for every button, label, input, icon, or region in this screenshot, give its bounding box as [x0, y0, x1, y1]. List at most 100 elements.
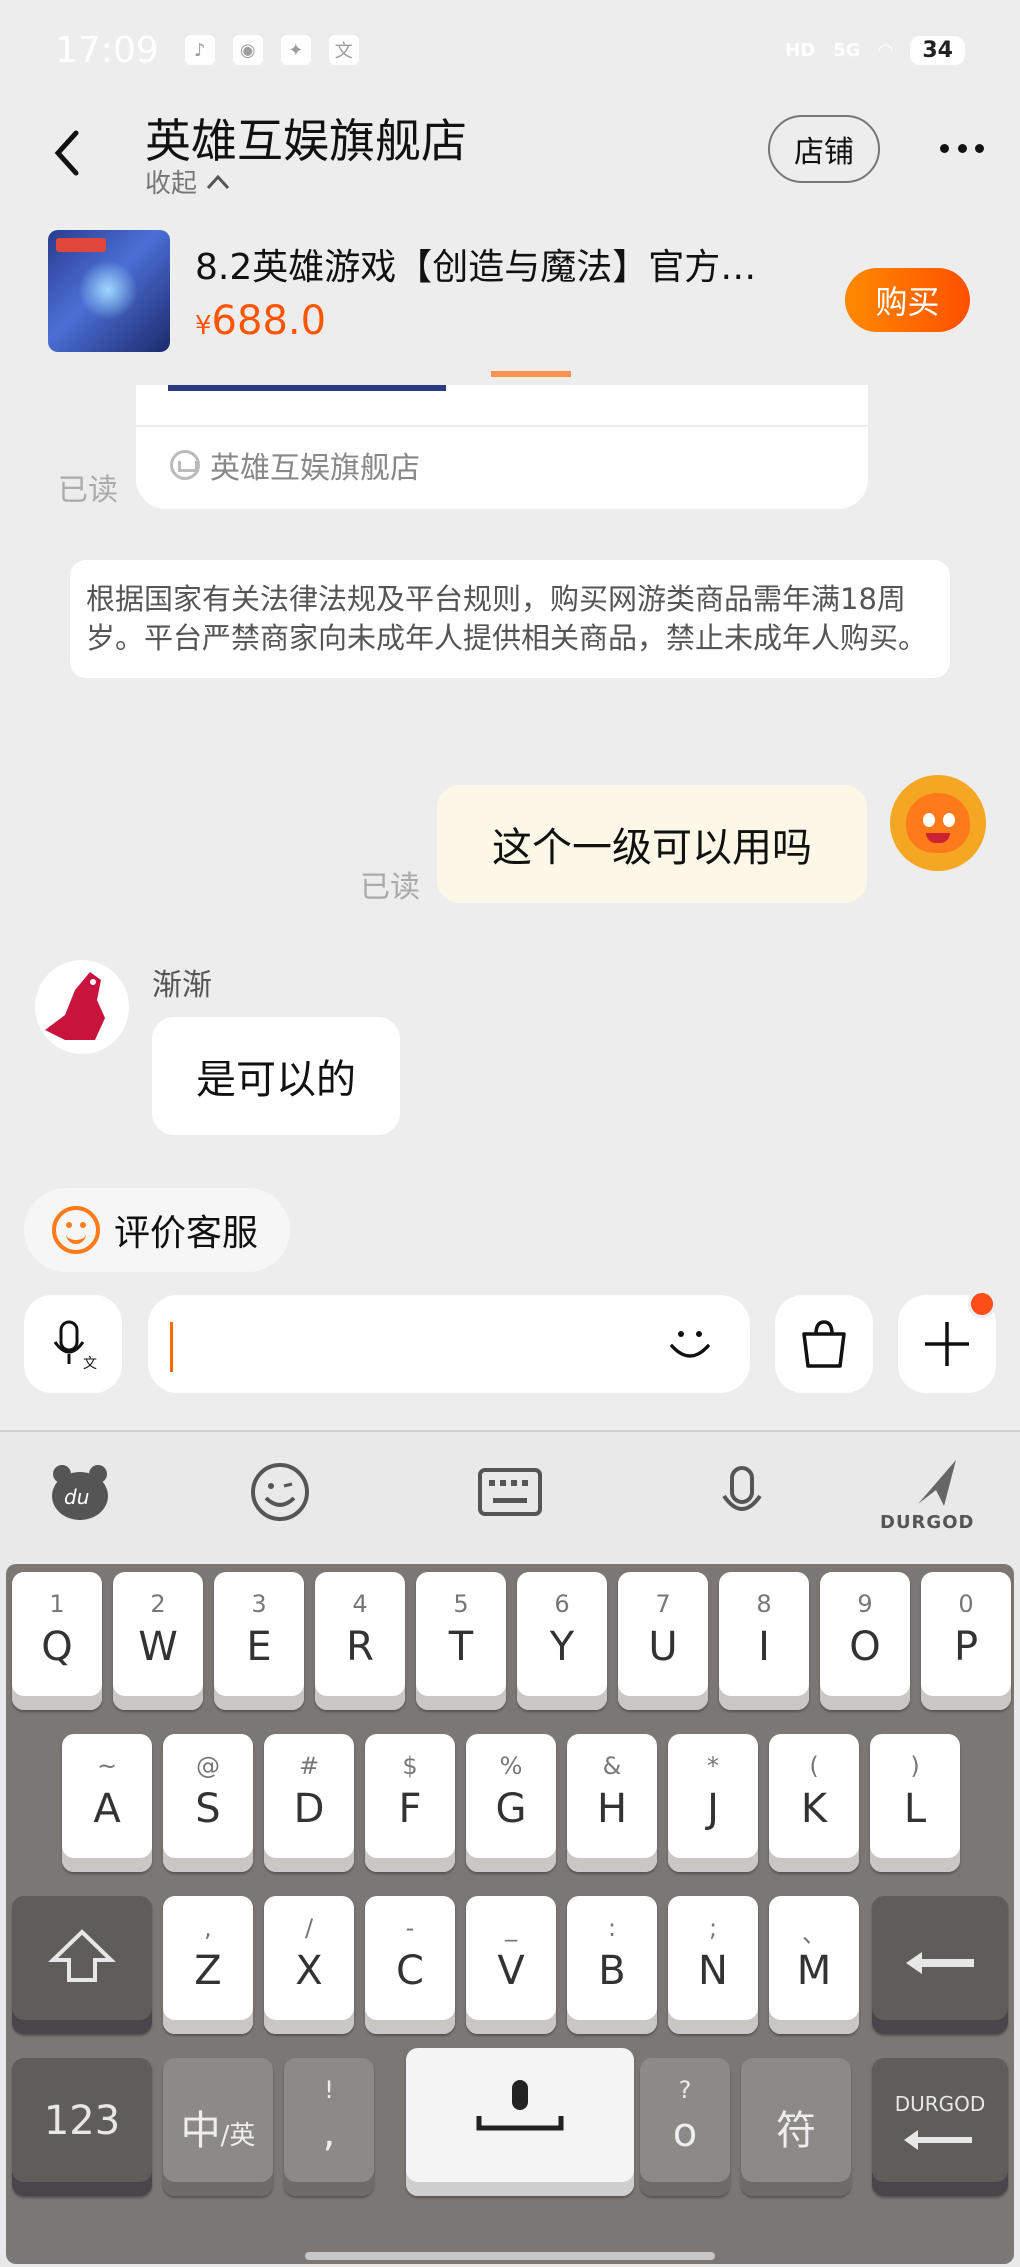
back-button[interactable]	[48, 123, 88, 183]
product-bar[interactable]: 8.2英雄游戏【创造与魔法】官方… ¥688.0 购买	[0, 220, 1020, 365]
emoji-button[interactable]	[660, 1312, 720, 1372]
collapse-toggle[interactable]: 收起	[145, 163, 231, 200]
status-right: HD 5G ◠ 34	[785, 35, 965, 65]
shift-arrow-icon	[48, 1929, 116, 1982]
status-time: 17:09	[55, 29, 159, 71]
product-card-message[interactable]: 英雄互娱旗舰店	[136, 371, 868, 509]
microphone-icon	[476, 2080, 564, 2131]
space-key[interactable]	[406, 2048, 634, 2196]
keyboard: du DURGOD 1Q 2W 3E 4R 5T 6Y 7U 8I 9O 0P …	[0, 1430, 1020, 2267]
plus-icon	[925, 1322, 969, 1366]
buy-button[interactable]: 购买	[845, 268, 970, 332]
chevron-up-icon	[206, 174, 230, 189]
product-thumbnail[interactable]	[48, 230, 170, 352]
emoticon-icon[interactable]	[245, 1457, 315, 1527]
voice-input-button[interactable]: 文	[24, 1295, 122, 1393]
shop-button[interactable]: 店铺	[768, 115, 880, 183]
collapse-label: 收起	[145, 169, 198, 199]
key-f[interactable]: $ F	[365, 1734, 455, 1872]
key-k[interactable]: (K	[769, 1734, 859, 1872]
key-l[interactable]: ) L	[870, 1734, 960, 1872]
key-u[interactable]: 7U	[618, 1572, 708, 1710]
shift-key[interactable]	[12, 1896, 152, 2034]
my-message-bubble[interactable]: 这个一级可以用吗	[437, 785, 867, 903]
enter-arrow-icon	[904, 2130, 972, 2150]
key-i[interactable]: 8I	[719, 1572, 809, 1710]
more-icon[interactable]	[940, 140, 984, 156]
durgod-logo-icon[interactable]	[903, 1447, 973, 1517]
svg-text:文: 文	[83, 1356, 97, 1372]
qq-icon: ◉	[232, 35, 263, 65]
key-area: 1Q 2W 3E 4R 5T 6Y 7U 8I 9O 0P ~ A @ S # D $…	[6, 1564, 1014, 2264]
key-z[interactable]: ,Z	[163, 1896, 253, 2034]
key-a[interactable]: ~ A	[62, 1734, 152, 1872]
home-indicator[interactable]	[305, 2252, 715, 2260]
keyboard-brand: DURGOD	[880, 1512, 975, 1533]
key-d[interactable]: # D	[264, 1734, 354, 1872]
shopping-bag-button[interactable]	[775, 1295, 873, 1393]
notification-icons: ♪ ◉ ✦ 文	[184, 35, 359, 65]
symbols-key[interactable]: 符	[741, 2058, 851, 2196]
key-x[interactable]: / X	[264, 1896, 354, 2034]
key-j[interactable]: * J	[668, 1734, 758, 1872]
audio-app-icon: ♪	[184, 35, 215, 65]
wifi-icon: ◠	[878, 39, 893, 61]
numbers-key[interactable]: 123	[12, 2058, 152, 2196]
key-s[interactable]: @ S	[163, 1734, 253, 1872]
key-c[interactable]: -C	[365, 1896, 455, 2034]
key-b[interactable]: :B	[567, 1896, 657, 2034]
enter-key[interactable]: DURGOD	[872, 2058, 1008, 2196]
key-h[interactable]: & H	[567, 1734, 657, 1872]
product-title: 8.2英雄游戏【创造与魔法】官方…	[195, 247, 757, 288]
system-notice: 根据国家有关法律法规及平台规则，购买网游类商品需年满18周岁。平台严禁商家向未成…	[70, 560, 950, 678]
dinosaur-avatar-icon	[45, 972, 105, 1040]
key-g[interactable]: % G	[466, 1734, 556, 1872]
key-o[interactable]: 9O	[820, 1572, 910, 1710]
shopping-bag-icon	[802, 1320, 846, 1368]
du-logo-icon[interactable]: du	[45, 1457, 115, 1527]
smiley-icon	[670, 1331, 710, 1358]
chat-area: 英雄互娱旗舰店 已读 根据国家有关法律法规及平台规则，购买网游类商品需年满18周…	[0, 365, 1020, 1225]
key-t[interactable]: 5T	[416, 1572, 506, 1710]
microphone-text-icon: 文	[53, 1320, 97, 1372]
key-n[interactable]: ; N	[668, 1896, 758, 2034]
my-avatar[interactable]	[890, 775, 986, 871]
chevron-left-icon	[54, 130, 79, 176]
game-app-icon: ✦	[280, 35, 311, 65]
signal-icon: 5G	[833, 39, 861, 61]
keyboard-toolbar: du DURGOD	[0, 1432, 1020, 1557]
punctuation-key[interactable]: !,	[284, 2058, 374, 2196]
translate-icon: 文	[328, 35, 359, 65]
key-w[interactable]: 2W	[113, 1572, 203, 1710]
voice-input-icon[interactable]	[707, 1457, 777, 1527]
input-bar: 文	[0, 1290, 1020, 1400]
rate-service-button[interactable]: 评价客服	[24, 1188, 290, 1272]
chat-header: 英雄互娱旗舰店 收起 店铺	[0, 95, 1020, 220]
question-key[interactable]: ? o	[640, 2058, 730, 2196]
notification-dot	[968, 1290, 996, 1318]
key-e[interactable]: 3E	[214, 1572, 304, 1710]
key-m[interactable]: 、 M	[769, 1896, 859, 2034]
battery-icon: 34	[910, 35, 965, 65]
card-store-row: 英雄互娱旗舰店	[170, 443, 420, 487]
key-r[interactable]: 4R	[315, 1572, 405, 1710]
key-v[interactable]: _ V	[466, 1896, 556, 2034]
rate-service-label: 评价客服	[114, 1213, 259, 1254]
language-switch-key[interactable]: 中/英	[163, 2058, 273, 2196]
keyboard-icon[interactable]	[475, 1457, 545, 1527]
agent-message-bubble[interactable]: 是可以的	[152, 1017, 400, 1135]
shop-name: 英雄互娱旗舰店	[145, 114, 467, 168]
smile-icon	[52, 1206, 100, 1254]
backspace-arrow-icon	[906, 1952, 974, 1974]
sender-name: 渐渐	[152, 968, 212, 1003]
key-q[interactable]: 1Q	[12, 1572, 102, 1710]
agent-avatar[interactable]	[35, 960, 129, 1054]
read-status: 已读	[360, 870, 420, 905]
key-p[interactable]: 0P	[921, 1572, 1011, 1710]
status-bar: 17:09 ♪ ◉ ✦ 文 HD 5G ◠ 34	[0, 0, 1020, 100]
read-status: 已读	[58, 473, 118, 508]
card-store-name: 英雄互娱旗舰店	[210, 451, 420, 486]
backspace-key[interactable]	[872, 1896, 1008, 2034]
hd-icon: HD	[785, 39, 816, 61]
key-y[interactable]: 6Y	[517, 1572, 607, 1710]
